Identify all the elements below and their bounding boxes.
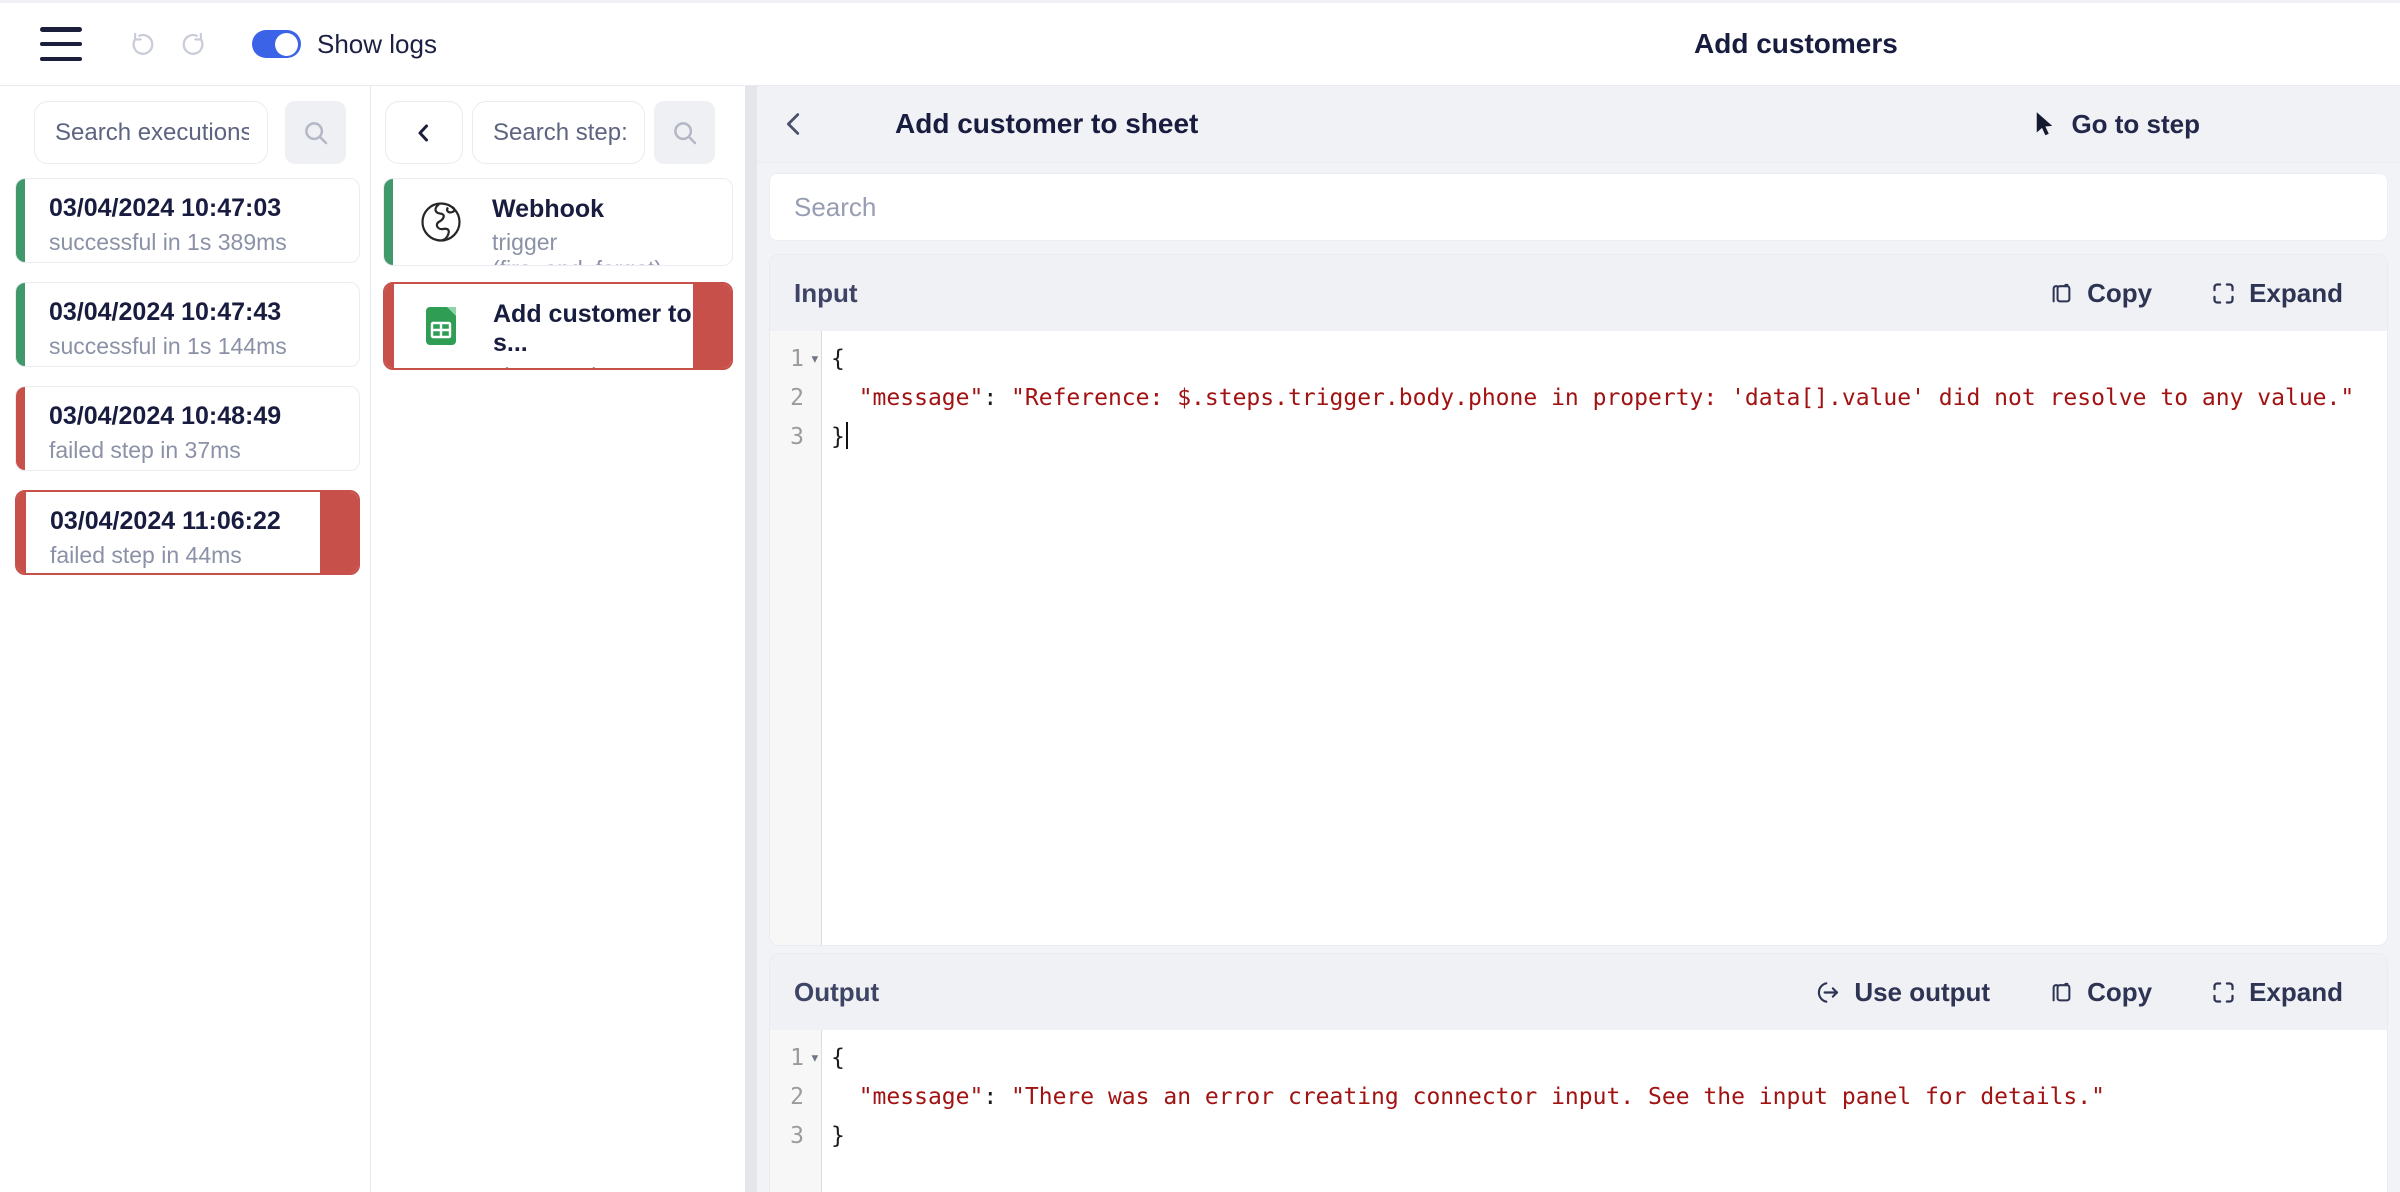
line-number: 1▾ xyxy=(770,340,821,379)
chevron-left-icon xyxy=(779,109,809,139)
status-bar xyxy=(16,179,25,262)
line-number: 2 xyxy=(770,1078,821,1117)
chevron-left-icon xyxy=(412,121,436,145)
execution-timestamp: 03/04/2024 10:47:03 xyxy=(49,194,359,223)
line-number: 3 xyxy=(770,418,821,457)
execution-status: failed step in 44ms xyxy=(50,542,358,569)
redo-button[interactable] xyxy=(181,31,208,58)
editor-gutter: 1▾23 xyxy=(770,331,822,945)
back-button[interactable] xyxy=(779,109,809,139)
status-bar xyxy=(16,387,25,470)
execution-timestamp: 03/04/2024 10:47:43 xyxy=(49,298,359,327)
code-line: } xyxy=(831,418,2387,457)
step-detail-header: Add customer to sheet Go to step xyxy=(757,86,2400,163)
code-line: "message": "There was an error creating … xyxy=(831,1078,2387,1117)
line-number: 1▾ xyxy=(770,1039,821,1078)
globe-icon xyxy=(419,200,463,244)
collapse-steps-button[interactable] xyxy=(385,101,463,164)
code-line: { xyxy=(831,340,2387,379)
output-json-editor[interactable]: 1▾23{ "message": "There was an error cre… xyxy=(770,1030,2387,1192)
status-bar xyxy=(16,283,25,366)
show-logs-toggle[interactable] xyxy=(252,30,301,58)
fold-arrow-icon[interactable]: ▾ xyxy=(810,340,820,379)
step-detail-panel: Add customer to sheet Go to step Input xyxy=(757,86,2400,1192)
cursor-pointer-icon xyxy=(2031,111,2056,138)
execution-timestamp: 03/04/2024 11:06:22 xyxy=(50,507,358,536)
search-icon xyxy=(670,118,700,148)
app-window: Show logs Add customers 03/04/2024 10:47… xyxy=(0,0,2400,1192)
execution-status: successful in 1s 389ms xyxy=(49,229,359,256)
copy-input-button[interactable]: Copy xyxy=(2048,278,2152,309)
code-line: { xyxy=(831,1039,2387,1078)
use-output-icon xyxy=(1814,979,1842,1006)
code-line: } xyxy=(831,1117,2387,1156)
executions-list: 03/04/2024 10:47:03 successful in 1s 389m… xyxy=(0,178,370,594)
step-list-item[interactable]: Add customer to s...sheets-1 (create_row… xyxy=(383,282,733,370)
step-detail: trigger (fire_and_forget) xyxy=(492,229,732,266)
status-bar xyxy=(384,179,393,265)
input-section: Input Copy xyxy=(769,254,2388,946)
editor-code-area[interactable]: { "message": "There was an error creatin… xyxy=(822,1030,2387,1192)
selected-indicator-bar xyxy=(693,284,731,368)
step-name: Webhook xyxy=(492,195,732,224)
sheets-icon xyxy=(420,304,464,348)
execution-timestamp: 03/04/2024 10:48:49 xyxy=(49,402,359,431)
copy-icon xyxy=(2048,280,2075,307)
go-to-step-button[interactable]: Go to step xyxy=(2031,109,2200,140)
menu-icon[interactable] xyxy=(40,27,82,61)
show-logs-label: Show logs xyxy=(317,29,437,60)
step-title: Add customer to sheet xyxy=(895,108,1198,140)
use-output-button[interactable]: Use output xyxy=(1814,977,1990,1008)
topbar: Show logs Add customers xyxy=(0,3,2400,86)
search-steps-input[interactable] xyxy=(472,101,645,164)
status-bar xyxy=(17,492,26,573)
undo-button[interactable] xyxy=(128,31,155,58)
workflow-title: Add customers xyxy=(1694,28,1898,60)
line-number: 3 xyxy=(770,1117,821,1156)
status-bar xyxy=(385,284,394,368)
selected-indicator-bar xyxy=(320,492,358,573)
execution-list-item[interactable]: 03/04/2024 11:06:22 failed step in 44ms xyxy=(15,490,360,575)
undo-icon xyxy=(128,31,155,58)
expand-input-button[interactable]: Expand xyxy=(2210,278,2343,309)
editor-gutter: 1▾23 xyxy=(770,1030,822,1192)
copy-output-button[interactable]: Copy xyxy=(2048,977,2152,1008)
step-list-item[interactable]: Webhook trigger (fire_and_forget) xyxy=(383,178,733,266)
fold-arrow-icon[interactable]: ▾ xyxy=(810,1039,820,1078)
steps-panel: Webhook trigger (fire_and_forget) Add cust… xyxy=(371,86,745,1192)
execution-list-item[interactable]: 03/04/2024 10:48:49 failed step in 37ms xyxy=(15,386,360,471)
executions-panel: 03/04/2024 10:47:03 successful in 1s 389m… xyxy=(0,86,371,1192)
steps-list: Webhook trigger (fire_and_forget) Add cust… xyxy=(371,178,745,386)
text-cursor xyxy=(846,422,848,449)
execution-status: successful in 1s 144ms xyxy=(49,333,359,360)
search-icon xyxy=(301,118,331,148)
copy-icon xyxy=(2048,979,2075,1006)
code-line: "message": "Reference: $.steps.trigger.b… xyxy=(831,379,2387,418)
output-section: Output Use output xyxy=(769,953,2388,1192)
expand-icon xyxy=(2210,979,2237,1006)
output-section-label: Output xyxy=(794,977,879,1008)
search-executions-button[interactable] xyxy=(285,101,346,164)
go-to-step-label: Go to step xyxy=(2071,109,2200,140)
expand-icon xyxy=(2210,280,2237,307)
search-steps-button[interactable] xyxy=(654,101,715,164)
input-section-label: Input xyxy=(794,278,858,309)
detail-search-input[interactable] xyxy=(769,173,2388,241)
redo-icon xyxy=(181,31,208,58)
expand-output-button[interactable]: Expand xyxy=(2210,977,2343,1008)
execution-status: failed step in 37ms xyxy=(49,437,359,464)
input-json-editor[interactable]: 1▾23{ "message": "Reference: $.steps.tri… xyxy=(770,331,2387,945)
line-number: 2 xyxy=(770,379,821,418)
editor-code-area[interactable]: { "message": "Reference: $.steps.trigger… xyxy=(822,331,2387,945)
search-executions-input[interactable] xyxy=(34,101,268,164)
execution-list-item[interactable]: 03/04/2024 10:47:43 successful in 1s 144m… xyxy=(15,282,360,367)
panel-divider[interactable] xyxy=(745,86,757,1192)
execution-list-item[interactable]: 03/04/2024 10:47:03 successful in 1s 389m… xyxy=(15,178,360,263)
